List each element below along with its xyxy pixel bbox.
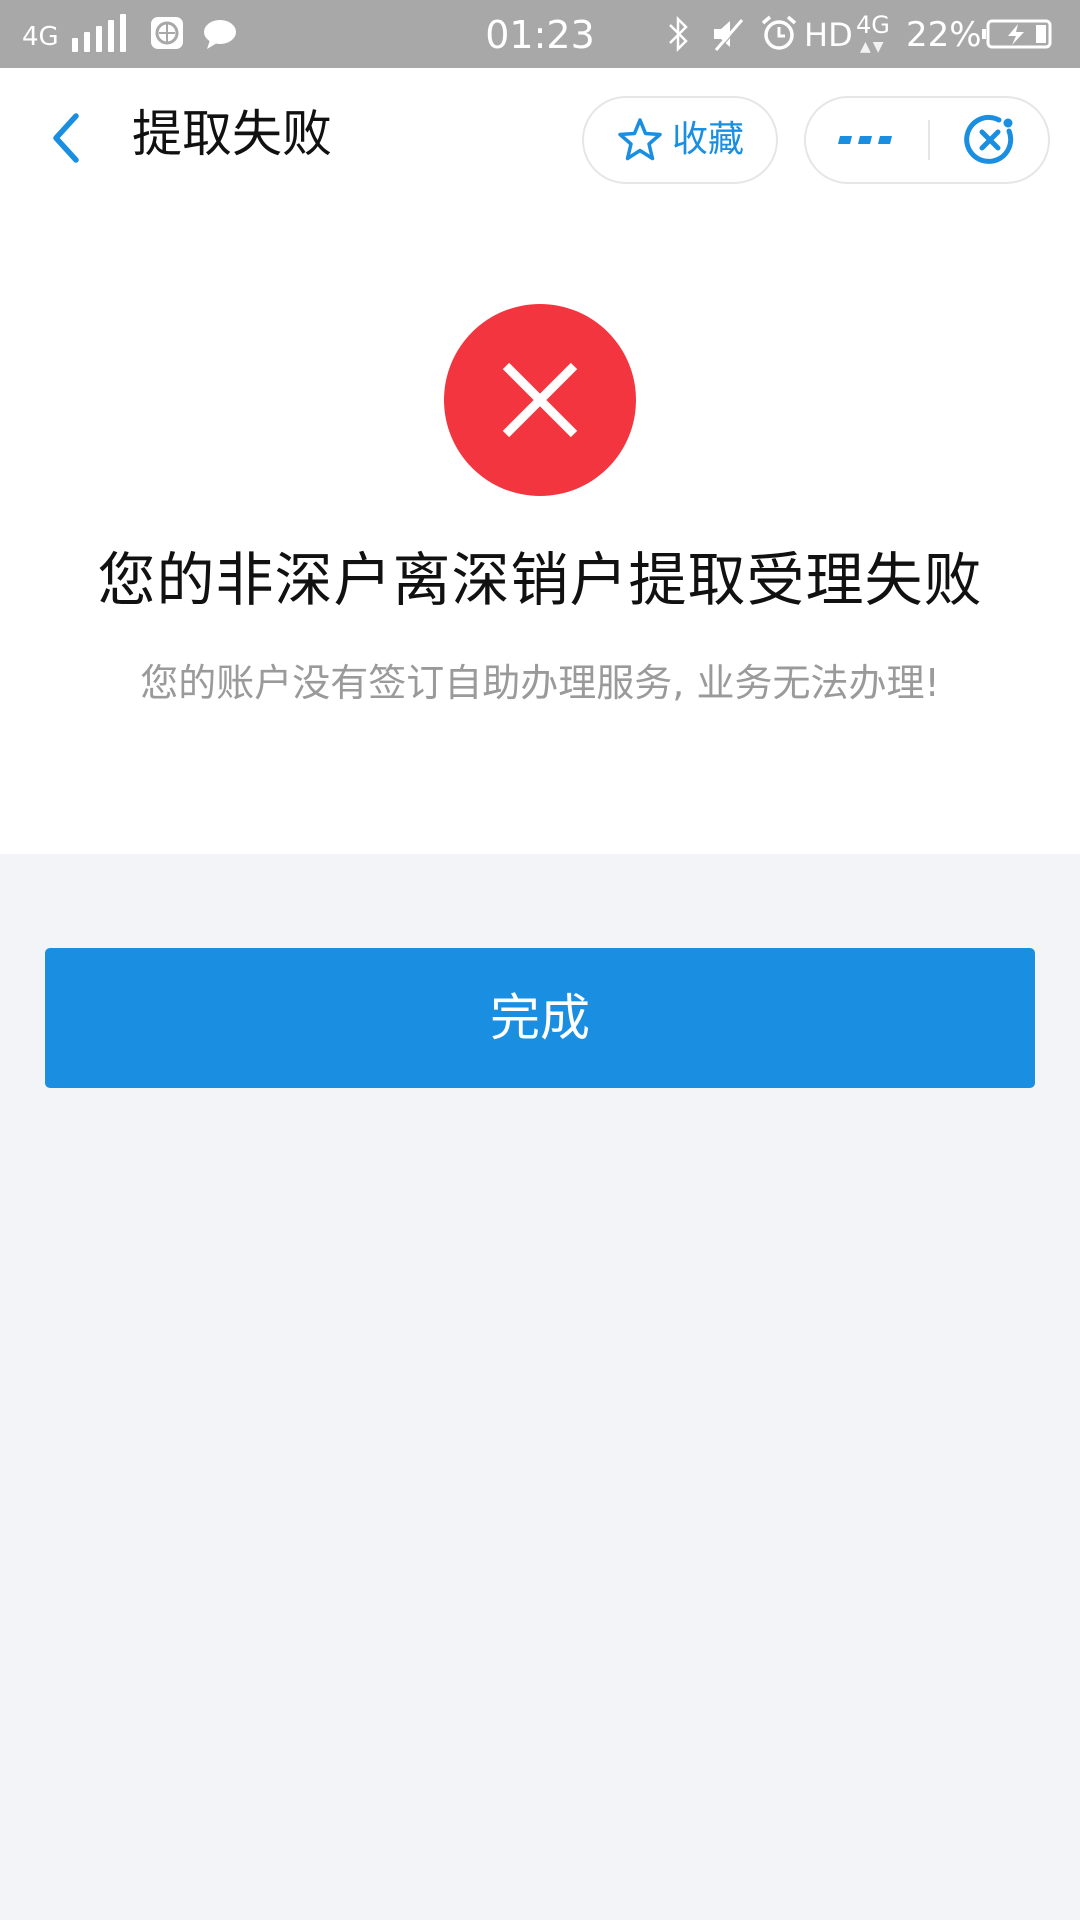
miniapp-capsule: [804, 96, 1050, 184]
done-button-label: 完成: [490, 989, 590, 1047]
error-icon: [444, 304, 636, 496]
battery-icon: [982, 19, 1052, 49]
bluetooth-icon: [669, 15, 688, 53]
back-icon: [53, 113, 79, 163]
star-icon: [618, 118, 662, 161]
nav-header: 提取失败 收藏: [0, 68, 1080, 208]
favorite-button[interactable]: 收藏: [582, 96, 778, 184]
done-button[interactable]: 完成: [45, 948, 1035, 1088]
status-bar: 4G 01:23 HD 4G ▲▼ 22%: [0, 0, 1080, 68]
mute-icon: [714, 19, 746, 51]
close-miniapp-icon: [964, 114, 1014, 164]
page-title: 提取失败: [132, 105, 332, 163]
result-title: 您的非深户离深销户提取受理失败: [97, 546, 983, 614]
data-activity-icon: ▲▼: [860, 39, 886, 55]
result-description: 您的账户没有签订自助办理服务, 业务无法办理!: [140, 661, 940, 705]
close-miniapp-button[interactable]: [930, 98, 1050, 182]
battery-level: 22%: [906, 15, 982, 55]
result-card: 您的非深户离深销户提取受理失败 您的账户没有签订自助办理服务, 业务无法办理!: [0, 208, 1080, 854]
network-type-secondary: 4G: [856, 11, 890, 39]
alarm-icon: [761, 15, 797, 50]
back-button[interactable]: [36, 108, 96, 168]
more-button[interactable]: [806, 98, 928, 182]
more-icon: [838, 136, 892, 144]
hd-indicator: HD: [804, 16, 853, 54]
favorite-label: 收藏: [671, 119, 744, 160]
